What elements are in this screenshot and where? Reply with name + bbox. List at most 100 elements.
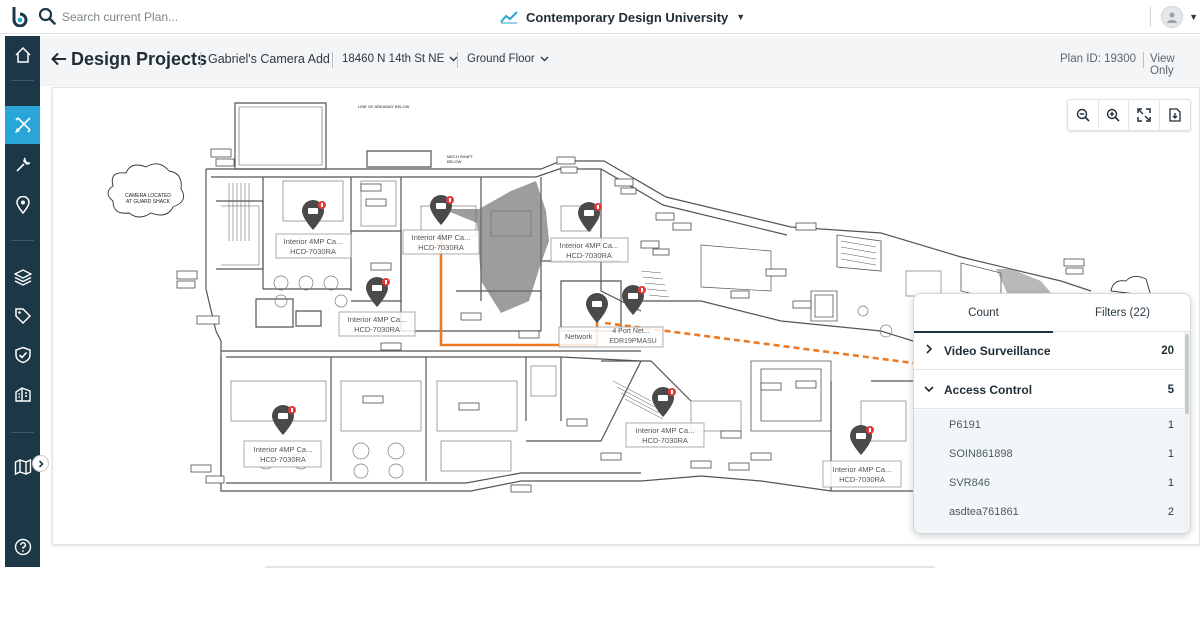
nav-tools[interactable]: [5, 146, 40, 184]
network-label: Network: [565, 332, 593, 341]
item-label: SOIN861898: [949, 447, 1013, 460]
item-count: 1: [1167, 418, 1174, 431]
zoom-out-button[interactable]: [1068, 100, 1099, 130]
chevron-down-icon: [914, 384, 944, 396]
camera-label: Interior 4MP Ca...: [412, 233, 471, 242]
divider: [1150, 7, 1152, 27]
category-row-access-control[interactable]: Access Control 5: [914, 371, 1184, 409]
category-count: 20: [1161, 344, 1174, 357]
help-icon: [14, 538, 31, 556]
camera-labels: Interior 4MP Ca... HCD-7030RA Interior 4…: [243, 229, 902, 488]
nav-security[interactable]: [5, 336, 40, 374]
camera-label: Interior 4MP Ca...: [833, 465, 892, 474]
header-divider: [1143, 52, 1144, 68]
tab-count[interactable]: Count: [914, 294, 1053, 333]
floor-label: Ground Floor: [467, 53, 535, 65]
nav-divider: [11, 432, 34, 433]
nav-locations[interactable]: [5, 186, 40, 224]
user-menu[interactable]: ▼: [1150, 0, 1200, 34]
item-label: SVR846: [949, 476, 990, 489]
item-count: 2: [1167, 505, 1174, 518]
camera-model: HCD-7030RA: [290, 247, 336, 256]
fit-screen-button[interactable]: [1129, 100, 1160, 130]
count-panel: Count Filters (22) Video Surveillance 20…: [913, 293, 1191, 534]
category-row-video-surveillance[interactable]: Video Surveillance 20: [914, 332, 1184, 370]
footer-divider: [265, 566, 935, 568]
chevron-down-icon[interactable]: ▼: [1189, 12, 1198, 22]
zoom-in-button[interactable]: [1099, 100, 1129, 130]
tag-icon: [14, 308, 31, 325]
network-sub: 4 Port Net...: [612, 328, 649, 335]
camera-label: Interior 4MP Ca...: [560, 241, 619, 250]
export-button[interactable]: [1160, 100, 1190, 130]
search-icon[interactable]: [38, 7, 56, 25]
plan-id: Plan ID: 19300: [1060, 53, 1137, 65]
nav-home[interactable]: [5, 36, 40, 74]
panel-tabs: Count Filters (22): [914, 294, 1190, 333]
chevron-right-icon: [38, 459, 44, 468]
nav-divider: [11, 80, 34, 81]
side-nav: [5, 36, 40, 567]
nav-tags[interactable]: [5, 297, 40, 335]
project-name: Gabriel's Camera Add: [208, 52, 330, 66]
plan-note: BELOW: [447, 159, 462, 164]
camera-marker[interactable]: [578, 202, 602, 232]
org-switcher[interactable]: Contemporary Design University ▼: [500, 7, 745, 27]
list-item[interactable]: SOIN861898 1: [914, 439, 1184, 468]
zoom-out-icon: [1076, 108, 1090, 122]
note-cloud: [107, 163, 185, 218]
app: Contemporary Design University ▼ ▼: [0, 0, 1200, 630]
nav-help[interactable]: [5, 528, 40, 566]
address-dropdown[interactable]: 18460 N 14th St NE: [342, 53, 458, 65]
nav-divider: [11, 240, 34, 241]
category-label: Video Surveillance: [944, 343, 1051, 358]
item-count: 1: [1167, 447, 1174, 460]
nav-design[interactable]: [5, 106, 40, 144]
address-label: 18460 N 14th St NE: [342, 53, 445, 65]
camera-marker[interactable]: [272, 405, 296, 435]
logo-icon[interactable]: [8, 5, 30, 27]
camera-model: HCD-7030RA: [642, 436, 688, 445]
layers-icon: [13, 269, 32, 286]
chevron-down-icon: ▼: [736, 12, 746, 22]
category-count: 5: [1167, 383, 1174, 396]
camera-marker[interactable]: [366, 277, 390, 307]
zoom-in-icon: [1107, 108, 1120, 122]
list-item[interactable]: SVR846 1: [914, 468, 1184, 497]
item-count: 1: [1167, 476, 1174, 489]
nav-expand-button[interactable]: [32, 455, 49, 472]
map-icon: [14, 458, 31, 476]
list-item[interactable]: P6191 1: [914, 410, 1184, 439]
camera-label: Interior 4MP Ca...: [254, 445, 313, 454]
building-icon: [14, 387, 31, 402]
tab-filters[interactable]: Filters (22): [1053, 294, 1190, 332]
chart-line-icon: [500, 11, 518, 24]
page-title: Design Projects: [71, 49, 208, 69]
camera-model: HCD-7030RA: [839, 475, 885, 484]
network-marker[interactable]: [622, 285, 646, 315]
view-only-badge: View Only: [1150, 53, 1175, 77]
floor-dropdown[interactable]: Ground Floor: [467, 53, 549, 65]
camera-marker[interactable]: [652, 387, 676, 417]
camera-marker[interactable]: [302, 200, 326, 230]
camera-model: HCD-7030RA: [354, 325, 400, 334]
camera-marker[interactable]: [430, 195, 454, 225]
plan-note: LINE OF AREAWAY BELOW: [358, 104, 410, 109]
shield-check-icon: [14, 346, 31, 364]
top-bar: Contemporary Design University ▼ ▼: [0, 0, 1200, 34]
search-input[interactable]: [62, 6, 282, 28]
nav-buildings[interactable]: [5, 375, 40, 413]
access-control-list: P6191 1 SOIN861898 1 SVR846 1 asdtea7618…: [914, 410, 1184, 533]
location-pin-icon: [15, 196, 30, 214]
header-divider: [200, 52, 201, 68]
list-item[interactable]: asdtea761861 2: [914, 497, 1184, 526]
avatar[interactable]: [1161, 6, 1184, 28]
network-marker[interactable]: [586, 293, 608, 323]
camera-model: HCD-7030RA: [260, 455, 306, 464]
camera-model: HCD-7030RA: [566, 251, 612, 260]
scrollbar-thumb[interactable]: [1185, 334, 1189, 414]
file-download-icon: [1169, 108, 1181, 122]
nav-layers[interactable]: [5, 258, 40, 296]
back-arrow-icon[interactable]: [50, 50, 68, 68]
camera-marker[interactable]: [850, 425, 874, 455]
